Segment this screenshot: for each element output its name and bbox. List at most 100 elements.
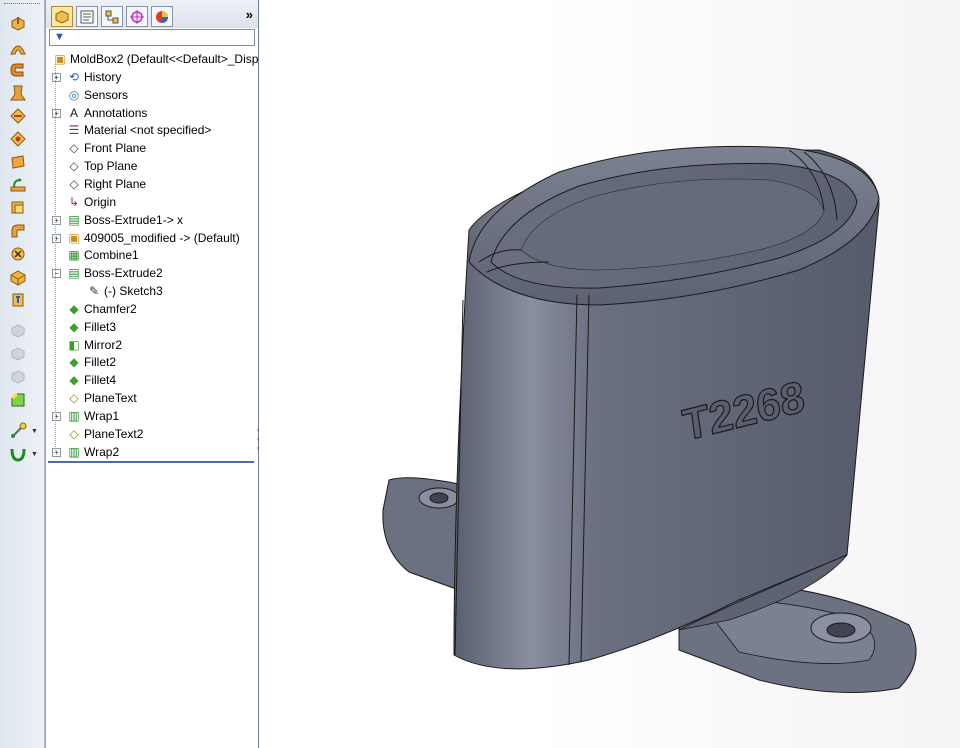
fillet-icon: ◆ [69,320,79,334]
display-manager-tab[interactable] [151,6,173,27]
features-toolbar: ▼ ▼ [0,0,45,748]
chevron-down-icon[interactable]: ▼ [31,451,38,458]
toolbar-grip[interactable] [4,3,40,6]
tree-item-label: Wrap2 [84,445,120,459]
expand-icon[interactable]: + [52,412,61,421]
mirror-icon: ◧ [68,338,80,352]
tree-item[interactable]: ◇ Top Plane [66,157,258,175]
tree-item[interactable]: ↳ Origin [66,193,258,211]
tree-item[interactable]: ◇ PlaneText [66,389,258,407]
tree-item[interactable]: + ▤ Boss-Extrude1-> x [52,211,258,229]
combine-icon[interactable] [7,244,29,264]
combine-icon: ▦ [68,248,80,262]
tree-item[interactable]: ◇ Front Plane [66,139,258,157]
tree-item[interactable]: + ⟲ History [52,68,258,86]
tree-item[interactable]: ◎ Sensors [66,86,258,104]
loft-icon[interactable] [7,83,29,103]
tree-connector [55,64,56,453]
tree-item-label: Boss-Extrude1-> x [84,213,184,227]
part-model[interactable]: T2268 [259,0,960,748]
expand-icon[interactable]: + [52,234,61,243]
tree-item[interactable]: ✎ (-) Sketch3 [86,282,258,300]
expand-icon[interactable]: + [52,216,61,225]
draft-icon[interactable] [7,129,29,149]
tree-item-label: History [84,70,122,84]
boss-extrude-icon: ▤ [68,213,80,227]
pattern-icon[interactable] [7,344,29,364]
tree-item-label: Boss-Extrude2 [84,266,163,280]
tree-item-label: Right Plane [84,177,147,191]
tree-item[interactable]: ◆ Fillet4 [66,371,258,389]
tree-item[interactable]: ☰ Material <not specified> [66,121,258,139]
graphics-area[interactable]: T2268 [259,0,960,748]
tree-item-label: PlaneText2 [84,427,144,441]
tree-item-label: Front Plane [84,141,147,155]
expand-icon[interactable]: + [52,448,61,457]
tree-item[interactable]: ◇ Right Plane [66,175,258,193]
propertymanager-tab[interactable] [76,6,98,27]
origin-icon: ↳ [68,195,80,209]
tree-item-label: Top Plane [84,159,138,173]
featuremanager-panel: » ▼ ▣ MoldBox2 (Default<<Default>_Disp + ⟲ H… [45,0,259,748]
configurationmanager-tab[interactable] [101,6,123,27]
plane-icon[interactable] [7,152,29,172]
tree-item[interactable]: + ▥ Wrap2 [52,443,258,461]
tree-item[interactable]: + A Annotations [52,104,258,122]
tree-item[interactable]: + ▥ Wrap1 [52,407,258,425]
sweep-icon[interactable] [7,60,29,80]
tree-item[interactable]: − ▤ Boss-Extrude2 [52,264,258,282]
material-icon: ☰ [68,123,80,137]
plane-icon: ◇ [69,141,79,155]
tree-item[interactable]: + ▣ 409005_modified -> (Default) [52,229,258,247]
hole-icon[interactable] [7,267,29,287]
dome-icon[interactable] [7,221,29,241]
tree-item-label: PlaneText [84,391,137,405]
sensors-icon: ◎ [68,88,80,102]
plane-icon: ◇ [69,159,79,173]
boss-extrude-icon: ▤ [68,266,80,280]
feature-icon[interactable] [7,367,29,387]
reference-icon[interactable] [7,421,29,441]
tree-item-label: Sensors [84,88,129,102]
tree-item-label: Combine1 [84,248,139,262]
filter-icon: ▼ [54,31,65,43]
expand-icon[interactable]: + [52,73,61,82]
tree-item-label: (-) Sketch3 [104,284,163,298]
tree-item[interactable]: ◇ PlaneText2 [66,425,258,443]
planetext-icon: ◇ [69,427,79,441]
tree-item-label: Fillet2 [84,355,117,369]
tree-item[interactable]: ▦ Combine1 [66,246,258,264]
wrap-icon: ▥ [68,445,80,459]
tree-item[interactable]: ◆ Fillet2 [66,353,258,371]
curves-icon[interactable] [7,444,29,464]
collapse-icon[interactable]: − [52,269,61,278]
expand-icon[interactable]: + [52,109,61,118]
revolve-icon[interactable] [7,37,29,57]
tree-item-label: Chamfer2 [84,302,137,316]
dimxpert-tab[interactable] [126,6,148,27]
chevron-down-icon[interactable]: ▼ [31,428,38,435]
tree-item-label: Fillet3 [84,320,117,334]
tree-item-label: Material <not specified> [84,123,212,137]
filter-input[interactable]: ▼ [49,29,255,46]
more-tabs-button[interactable]: » [246,7,253,22]
tree-item[interactable]: ▣ MoldBox2 (Default<<Default>_Disp [52,50,258,68]
tree-item[interactable]: ◆ Chamfer2 [66,300,258,318]
manager-tabs: » [46,0,258,28]
fillet-icon[interactable] [7,390,29,410]
tree-item-label: 409005_modified -> (Default) [84,231,240,245]
featuremanager-tab[interactable] [51,6,73,27]
boundary-icon[interactable] [7,175,29,195]
tree-item-label: MoldBox2 (Default<<Default>_Disp [70,52,259,66]
planetext-icon: ◇ [69,391,79,405]
shell-icon[interactable] [7,198,29,218]
rollback-bar[interactable] [48,461,254,463]
wrap-icon[interactable] [7,290,29,310]
tree-item[interactable]: ◆ Fillet3 [66,318,258,336]
history-icon: ⟲ [68,70,80,84]
extrude-icon[interactable] [7,14,29,34]
tree-item[interactable]: ◧ Mirror2 [66,336,258,354]
mirror-icon[interactable] [7,321,29,341]
fillet-icon: ◆ [69,373,79,387]
rib-icon[interactable] [7,106,29,126]
